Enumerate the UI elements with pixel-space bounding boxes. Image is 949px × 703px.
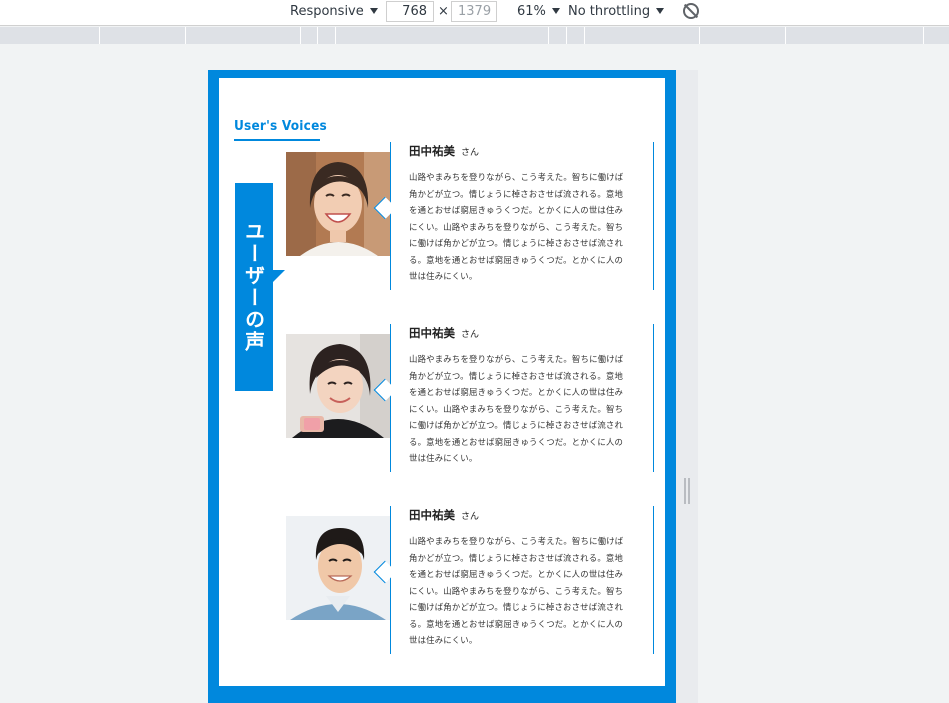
vertical-title-tail	[273, 270, 285, 282]
voice-item: 田中祐美 さん 山路やまみちを登りながら、こう考えた。智ちに働けば角かどが立つ。情…	[286, 142, 666, 290]
chevron-down-icon	[551, 8, 560, 14]
page-content: User's Voices ユーザーの声 田中祐美 さん 山路やまみちを登りなが…	[219, 78, 665, 686]
dimension-separator: ×	[438, 4, 449, 19]
voice-text: 山路やまみちを登りながら、こう考えた。智ちに働けば角かどが立つ。情じょうに棹さお…	[409, 172, 624, 281]
viewport-gutter	[676, 70, 698, 703]
height-input[interactable]: 1379	[451, 1, 497, 22]
emulated-viewport: User's Voices ユーザーの声 田中祐美 さん 山路やまみちを登りなが…	[208, 70, 676, 703]
section-label: User's Voices	[234, 118, 327, 134]
voice-text: 山路やまみちを登りながら、こう考えた。智ちに働けば角かどが立つ。情じょうに棹さお…	[409, 536, 624, 645]
throttling-select[interactable]: No throttling	[568, 0, 665, 25]
voice-honorific: さん	[461, 330, 480, 340]
user-photo	[286, 516, 390, 620]
width-input[interactable]: 768	[386, 1, 434, 22]
voice-card: 田中祐美 さん 山路やまみちを登りながら、こう考えた。智ちに働けば角かどが立つ。情…	[390, 142, 654, 290]
resize-handle[interactable]	[684, 478, 690, 504]
section-label-underline	[234, 139, 320, 141]
chevron-down-icon	[656, 8, 665, 14]
voice-item: 田中祐美 さん 山路やまみちを登りながら、こう考えた。智ちに働けば角かどが立つ。情…	[286, 506, 666, 654]
voice-text: 山路やまみちを登りながら、こう考えた。智ちに働けば角かどが立つ。情じょうに棹さお…	[409, 354, 624, 463]
voice-card: 田中祐美 さん 山路やまみちを登りながら、こう考えた。智ちに働けば角かどが立つ。情…	[390, 506, 654, 654]
voice-name-text: 田中祐美	[409, 508, 455, 522]
voice-name-text: 田中祐美	[409, 326, 455, 340]
user-photo	[286, 152, 390, 256]
device-select-label: Responsive	[290, 4, 364, 19]
voice-name-text: 田中祐美	[409, 144, 455, 158]
device-select[interactable]: Responsive	[290, 0, 378, 25]
voice-name: 田中祐美 さん	[409, 143, 479, 159]
voice-name: 田中祐美 さん	[409, 325, 479, 341]
zoom-select[interactable]: 61%	[517, 0, 560, 25]
voice-item: 田中祐美 さん 山路やまみちを登りながら、こう考えた。智ちに働けば角かどが立つ。情…	[286, 324, 666, 472]
voice-name: 田中祐美 さん	[409, 507, 479, 523]
chevron-down-icon	[369, 8, 378, 14]
voice-card: 田中祐美 さん 山路やまみちを登りながら、こう考えた。智ちに働けば角かどが立つ。情…	[390, 324, 654, 472]
user-photo	[286, 334, 390, 438]
zoom-select-label: 61%	[517, 4, 546, 19]
device-toolbar: Responsive 768 × 1379 61% No throttling	[0, 0, 949, 26]
rotate-icon[interactable]	[683, 3, 699, 19]
vertical-title: ユーザーの声	[235, 183, 273, 391]
voice-honorific: さん	[461, 512, 480, 522]
throttling-select-label: No throttling	[568, 4, 651, 19]
voice-honorific: さん	[461, 148, 480, 158]
media-query-bar[interactable]	[0, 27, 949, 44]
